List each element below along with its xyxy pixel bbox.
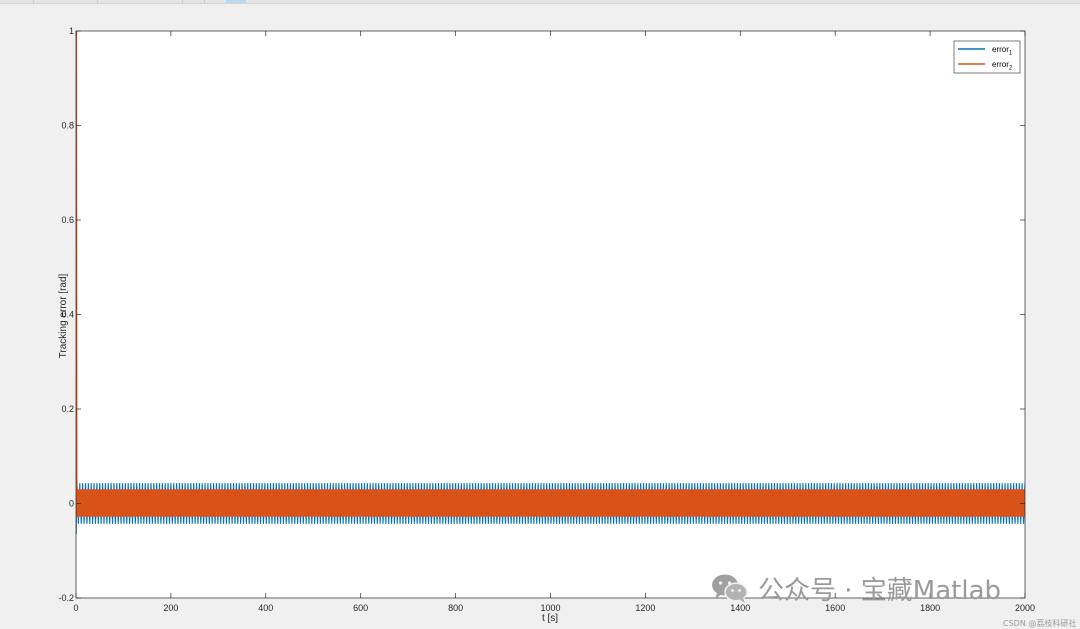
x-tick-label: 1200 [635,603,655,613]
y-tick-label: -0.2 [58,593,74,603]
x-tick-label: 1000 [540,603,560,613]
x-tick-label: 800 [448,603,463,613]
y-tick-label: 0.8 [61,121,74,131]
x-tick-label: 400 [258,603,273,613]
legend: error1 error2 [953,40,1021,74]
x-axis-label: t [s] [542,613,558,624]
x-tick-label: 0 [73,603,78,613]
x-tick-label: 200 [163,603,178,613]
x-tick-label: 600 [353,603,368,613]
wechat-watermark: 公众号 · 宝藏Matlab [710,570,1001,606]
line-chart: 0 200 400 600 800 1000 1200 1400 1600 1800 2000-0.… [58,26,1035,624]
y-tick-label: 0.6 [61,215,74,225]
plot-layer [76,31,1025,598]
y-tick-label: 1 [69,26,74,36]
x-tick-label: 2000 [1015,603,1035,613]
wechat-icon [712,574,748,603]
y-tick-label: 0.2 [61,404,74,414]
y-axis-label: Tracking error [rad] [58,273,69,358]
figure-window: 0 200 400 600 800 1000 1200 1400 1600 1800 2000 -0.… [0,3,1080,629]
y-tick-label: 0 [69,499,74,509]
source-mark: CSDN @荔枝科研社 [1003,619,1077,628]
watermark-text: 公众号 · 宝藏Matlab [758,575,1002,606]
